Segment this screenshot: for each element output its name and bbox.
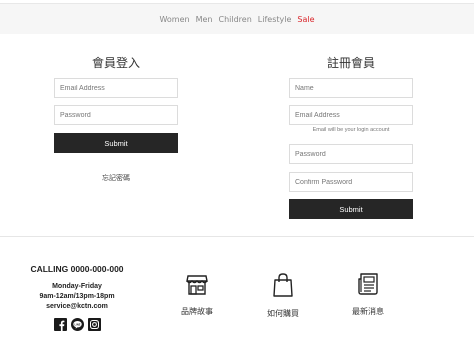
- feature-latest-news[interactable]: 最新消息: [333, 272, 403, 317]
- login-email-input[interactable]: [54, 78, 178, 98]
- line-icon[interactable]: LINE: [70, 316, 84, 331]
- register-submit-button[interactable]: Submit: [289, 199, 413, 219]
- feature-how-to-buy[interactable]: 如何購買: [248, 272, 318, 319]
- nav-item-women[interactable]: Women: [159, 15, 189, 24]
- svg-text:LINE: LINE: [74, 322, 80, 326]
- feature-label: 品牌故事: [181, 307, 213, 316]
- nav-item-lifestyle[interactable]: Lifestyle: [258, 15, 292, 24]
- social-links: LINE: [22, 316, 132, 331]
- register-title: 註冊會員: [326, 56, 375, 70]
- login-password-input[interactable]: [54, 105, 178, 125]
- forgot-password-link[interactable]: 忘記密碼: [54, 173, 178, 183]
- feature-brand-story[interactable]: 品牌故事: [162, 272, 232, 317]
- storefront-icon: [186, 275, 208, 295]
- calling-number: CALLING 0000-000-000: [30, 264, 124, 274]
- hours-days: Monday-Friday: [52, 283, 102, 290]
- contact-block: CALLING 0000-000-000 Monday-Friday 9am-1…: [22, 264, 132, 331]
- facebook-icon[interactable]: [53, 316, 67, 331]
- feature-label: 如何購買: [267, 309, 299, 318]
- login-title: 會員登入: [91, 56, 140, 70]
- register-email-input[interactable]: [289, 105, 413, 125]
- shopping-bag-icon: [273, 273, 293, 297]
- hours-times: 9am-12am/13pm-18pm: [39, 293, 115, 300]
- nav-item-men[interactable]: Men: [196, 15, 213, 24]
- register-name-input[interactable]: [289, 78, 413, 98]
- nav-item-sale[interactable]: Sale: [297, 15, 314, 24]
- main-nav: Women Men Children Lifestyle Sale: [0, 4, 474, 34]
- feature-label: 最新消息: [352, 307, 384, 316]
- login-submit-button[interactable]: Submit: [54, 133, 178, 153]
- newspaper-icon: [358, 273, 378, 295]
- contact-email[interactable]: service@kctn.com: [22, 302, 132, 312]
- instagram-icon[interactable]: [87, 316, 101, 331]
- nav-item-children[interactable]: Children: [219, 15, 252, 24]
- footer-divider: [0, 236, 474, 237]
- business-hours: Monday-Friday 9am-12am/13pm-18pm service…: [22, 282, 132, 312]
- register-confirm-password-input[interactable]: [289, 172, 413, 192]
- register-password-input[interactable]: [289, 144, 413, 164]
- register-email-hint: Email will be your login account: [312, 127, 390, 133]
